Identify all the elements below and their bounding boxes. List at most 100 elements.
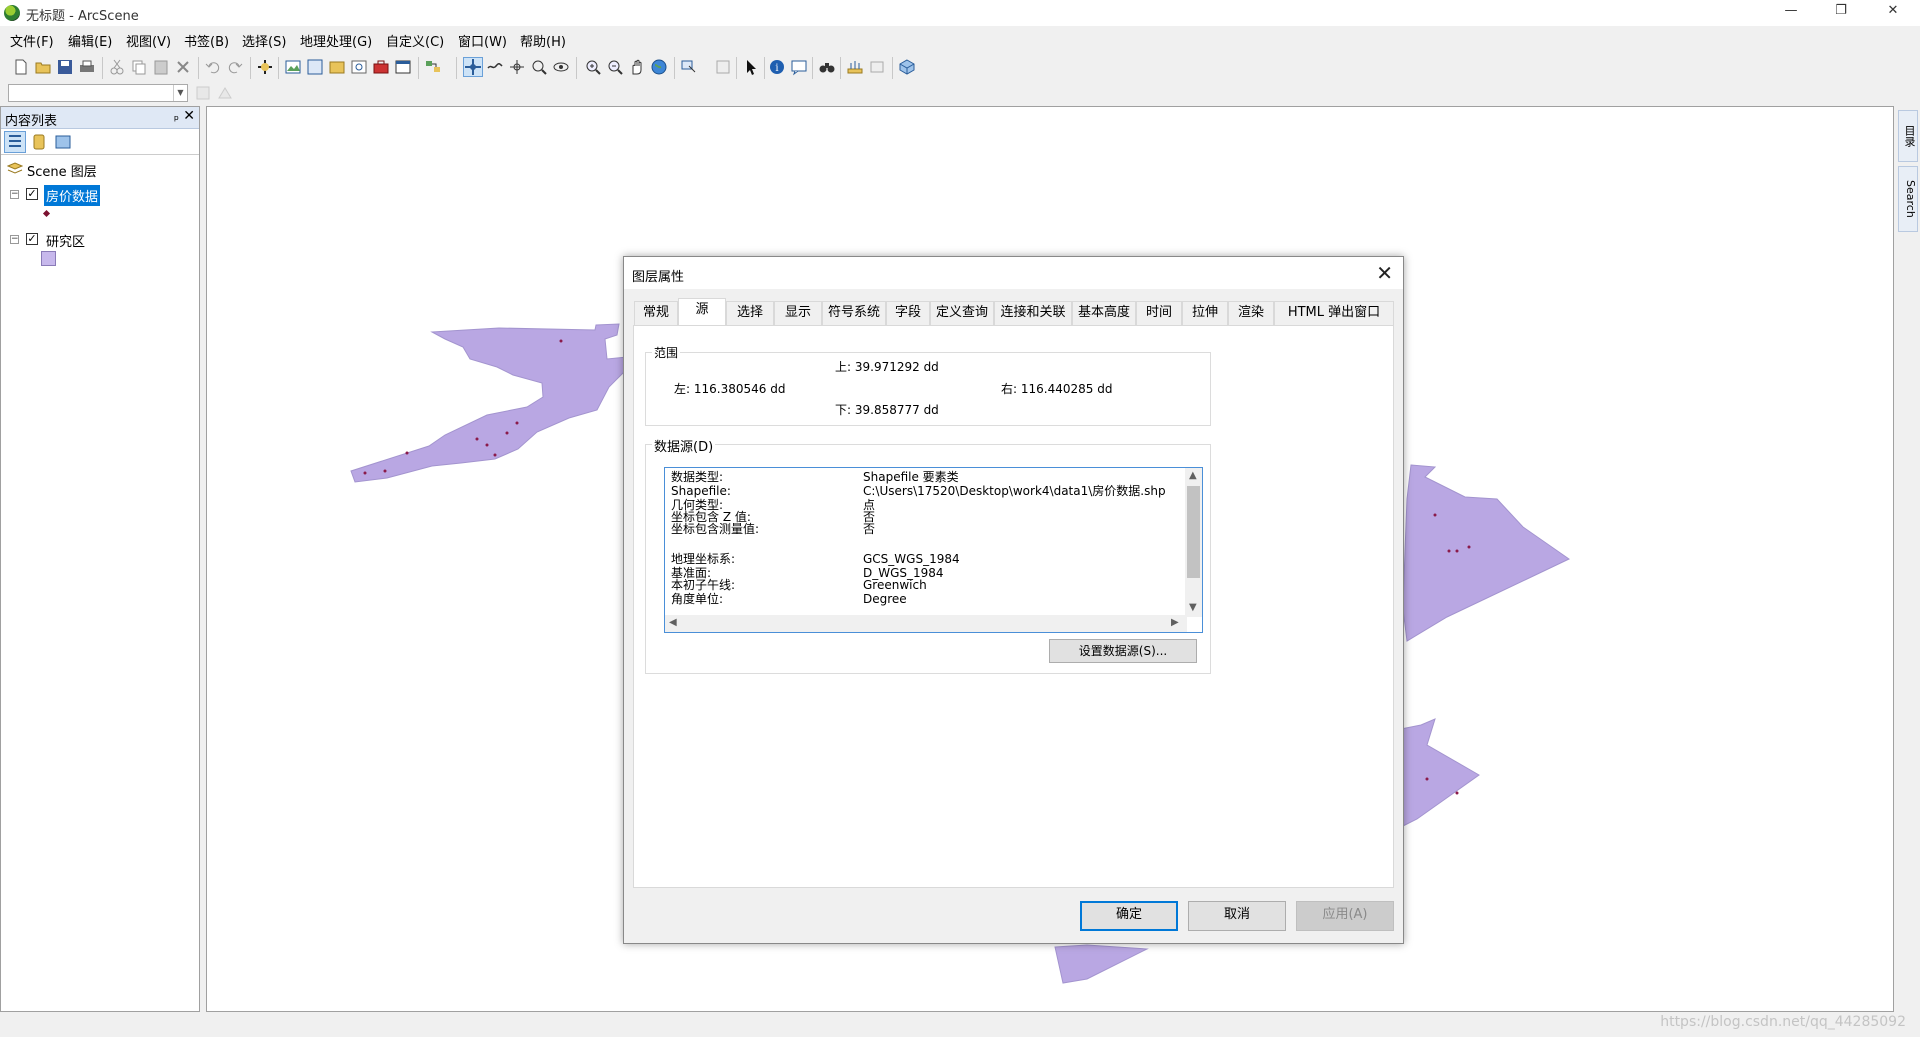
menu-windows[interactable]: 窗口(W) (458, 31, 507, 50)
undo-icon[interactable] (204, 58, 222, 76)
measure-icon[interactable] (846, 58, 864, 76)
dialog-close-button[interactable]: ✕ (1376, 261, 1393, 285)
ok-button[interactable]: 确定 (1080, 901, 1178, 931)
price-point (405, 451, 409, 455)
tab-definition-query[interactable]: 定义查询 (930, 301, 994, 325)
catalog-window-icon[interactable] (328, 58, 346, 76)
scrollbar-thumb[interactable] (1187, 486, 1200, 578)
zoom-out-icon[interactable] (606, 58, 624, 76)
add-data-icon[interactable] (256, 58, 274, 76)
tab-general[interactable]: 常规 (634, 301, 678, 325)
tab-display[interactable]: 显示 (774, 301, 822, 325)
menu-customize[interactable]: 自定义(C) (386, 31, 444, 50)
center-on-target-icon[interactable] (508, 58, 526, 76)
navigate-tool-icon[interactable] (463, 57, 483, 77)
list-by-visibility-icon[interactable] (53, 132, 73, 152)
pin-icon[interactable]: ₚ (174, 109, 179, 123)
identify-icon[interactable]: i (768, 58, 786, 76)
tab-rendering[interactable]: 渲染 (1228, 301, 1274, 325)
menu-file[interactable]: 文件(F) (10, 31, 54, 50)
paste-icon[interactable] (152, 58, 170, 76)
scroll-up-icon[interactable]: ▲ (1189, 470, 1197, 481)
layer-name-study-area[interactable]: 研究区 (44, 230, 87, 251)
fly-tool-icon[interactable] (486, 58, 504, 76)
full-extent-globe-icon[interactable] (650, 58, 668, 76)
layer-visibility-checkbox[interactable]: ✓ (26, 188, 38, 200)
copy-icon[interactable] (130, 58, 148, 76)
collapse-layer-toggle[interactable]: − (10, 235, 19, 244)
select-elements-arrow-icon[interactable] (742, 58, 760, 76)
toc-title: 内容列表 (5, 114, 58, 129)
cut-icon[interactable] (108, 58, 126, 76)
zoom-to-target-icon[interactable] (530, 58, 548, 76)
find-binoculars-icon[interactable] (818, 58, 836, 76)
cancel-button[interactable]: 取消 (1188, 901, 1286, 931)
study-area-polygon (350, 323, 649, 483)
tab-selection[interactable]: 选择 (726, 301, 774, 325)
scene-properties-icon[interactable] (284, 58, 302, 76)
new-document-icon[interactable] (12, 58, 30, 76)
redo-icon[interactable] (226, 58, 244, 76)
zoom-in-icon[interactable] (584, 58, 602, 76)
menu-geoprocessing[interactable]: 地理处理(G) (300, 31, 372, 50)
close-window-button[interactable]: ✕ (1870, 0, 1916, 24)
arctoolbox-icon[interactable] (372, 58, 390, 76)
list-by-source-icon[interactable] (29, 132, 49, 152)
list-by-drawing-order-icon[interactable] (4, 131, 26, 153)
select-features-icon[interactable] (680, 58, 698, 76)
menu-bookmarks[interactable]: 书签(B) (184, 31, 229, 50)
collapse-layer-toggle[interactable]: − (10, 190, 19, 199)
data-source-key: Shapefile: (671, 484, 731, 498)
vertical-scrollbar[interactable]: ▲ ▼ (1185, 468, 1202, 617)
tab-fields[interactable]: 字段 (886, 301, 930, 325)
pan-hand-icon[interactable] (628, 58, 646, 76)
dialog-titlebar: 图层属性 ✕ (624, 257, 1403, 289)
print-icon[interactable] (78, 58, 96, 76)
html-popup-icon[interactable] (790, 58, 808, 76)
python-window-icon[interactable] (394, 58, 412, 76)
toc-header: 内容列表 ₚ ✕ (1, 107, 199, 129)
tab-html-popup[interactable]: HTML 弹出窗口 (1274, 301, 1394, 325)
data-source-info-box[interactable]: 数据类型: Shapefile 要素类 Shapefile: C:\Users\175… (664, 467, 1203, 633)
menu-selection[interactable]: 选择(S) (242, 31, 286, 50)
3d-effects-icon[interactable] (898, 58, 916, 76)
animation-icon[interactable] (868, 58, 886, 76)
minimize-button[interactable]: — (1768, 0, 1814, 24)
scroll-left-icon[interactable]: ◀ (669, 617, 677, 628)
layer-dropdown[interactable]: ▼ (8, 84, 188, 102)
model-builder-icon[interactable] (424, 58, 442, 76)
transparency-icon[interactable] (194, 84, 212, 102)
status-bar: https://blog.csdn.net/qq_44285092 (0, 1012, 1920, 1037)
delete-icon[interactable] (174, 58, 192, 76)
price-point (559, 339, 563, 343)
apply-button[interactable]: 应用(A) (1296, 901, 1394, 931)
scroll-down-icon[interactable]: ▼ (1189, 602, 1197, 613)
close-icon[interactable]: ✕ (183, 108, 195, 124)
search-window-icon[interactable] (350, 58, 368, 76)
arcscene-app-icon (4, 5, 20, 21)
scroll-right-icon[interactable]: ▶ (1171, 617, 1179, 628)
tab-joins-relates[interactable]: 连接和关联 (994, 301, 1072, 325)
set-data-source-button[interactable]: 设置数据源(S)... (1049, 639, 1197, 663)
tab-symbology[interactable]: 符号系统 (822, 301, 886, 325)
catalog-dock-tab[interactable]: 目录 (1898, 110, 1918, 162)
horizontal-scrollbar[interactable]: ◀ ▶ (665, 615, 1187, 632)
layer-visibility-checkbox[interactable]: ✓ (26, 233, 38, 245)
restore-button[interactable]: ❐ (1818, 0, 1864, 24)
open-folder-icon[interactable] (34, 58, 52, 76)
tab-source[interactable]: 源 (678, 298, 726, 326)
menu-edit[interactable]: 编辑(E) (68, 31, 112, 50)
polygon-symbol (41, 251, 56, 266)
arctoolbox-window-icon[interactable] (306, 58, 324, 76)
tab-base-heights[interactable]: 基本高度 (1072, 301, 1136, 325)
menu-help[interactable]: 帮助(H) (520, 31, 566, 50)
save-icon[interactable] (56, 58, 74, 76)
menu-view[interactable]: 视图(V) (126, 31, 171, 50)
lighting-icon[interactable] (216, 84, 234, 102)
clear-selection-icon[interactable] (714, 58, 732, 76)
search-dock-tab[interactable]: Search (1898, 166, 1918, 232)
set-observer-icon[interactable] (552, 58, 570, 76)
layer-name-house-price[interactable]: 房价数据 (44, 185, 101, 206)
tab-extrusion[interactable]: 拉伸 (1182, 301, 1228, 325)
tab-time[interactable]: 时间 (1136, 301, 1182, 325)
